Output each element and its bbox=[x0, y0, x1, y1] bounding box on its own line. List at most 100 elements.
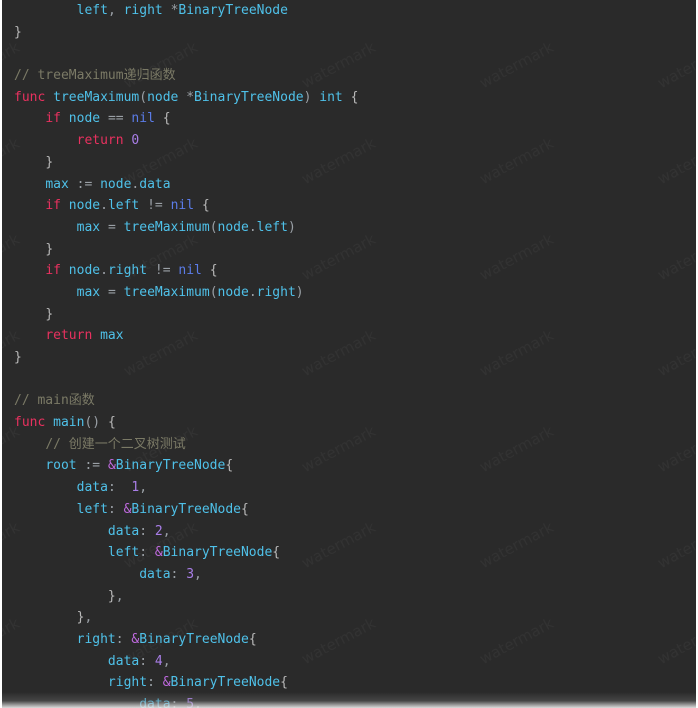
token-field: left bbox=[107, 198, 140, 214]
token-brace: } bbox=[45, 241, 54, 257]
token-punct: ) bbox=[287, 219, 296, 235]
token-punct: , bbox=[84, 610, 93, 626]
code-line[interactable]: data: 2, bbox=[2, 521, 696, 543]
token-punct: ) bbox=[295, 284, 304, 300]
token-nil: nil bbox=[170, 198, 195, 214]
code-line[interactable]: // 创建一个二叉树测试 bbox=[2, 434, 696, 456]
code-editor-surface[interactable]: watermarkwatermarkwatermarkwatermarkwate… bbox=[2, 0, 696, 708]
code-line[interactable] bbox=[2, 369, 696, 391]
token-brace: } bbox=[45, 154, 54, 170]
code-line[interactable]: func main() { bbox=[2, 412, 696, 434]
token-op: := bbox=[76, 176, 93, 192]
code-line[interactable]: } bbox=[2, 239, 696, 261]
code-line[interactable]: data: 1, bbox=[2, 477, 696, 499]
token-fn: treeMaximum bbox=[123, 219, 210, 235]
token-op: = bbox=[107, 284, 116, 300]
token-num: 0 bbox=[131, 133, 140, 149]
code-line[interactable]: left: &BinaryTreeNode{ bbox=[2, 499, 696, 521]
token-type: BinaryTreeNode bbox=[178, 3, 288, 18]
code-line[interactable]: return max bbox=[2, 325, 696, 347]
token-ident: node bbox=[217, 284, 249, 300]
code-line[interactable]: root := &BinaryTreeNode{ bbox=[2, 455, 696, 477]
token-punct: . bbox=[248, 219, 257, 235]
token-punct: , bbox=[194, 697, 202, 708]
code-line[interactable]: right: &BinaryTreeNode{ bbox=[2, 672, 696, 694]
code-line[interactable]: left, right *BinaryTreeNode bbox=[2, 0, 696, 22]
token-num: 4 bbox=[154, 653, 163, 669]
code-line[interactable]: max = treeMaximum(node.right) bbox=[2, 282, 696, 304]
code-line[interactable]: // treeMaximum递归函数 bbox=[2, 65, 696, 87]
code-line[interactable]: max := node.data bbox=[2, 174, 696, 196]
token-num: 5 bbox=[186, 697, 195, 708]
code-line[interactable]: if node == nil { bbox=[2, 108, 696, 130]
code-line[interactable]: left: &BinaryTreeNode{ bbox=[2, 542, 696, 564]
token-brace: { bbox=[225, 458, 234, 474]
token-brace: { bbox=[350, 89, 359, 105]
token-num: 3 bbox=[186, 566, 195, 582]
token-ident: max bbox=[45, 176, 69, 192]
code-line[interactable]: }, bbox=[2, 607, 696, 629]
token-field: right bbox=[107, 263, 148, 279]
code-line[interactable]: data: 3, bbox=[2, 564, 696, 586]
code-line[interactable]: // main函数 bbox=[2, 390, 696, 412]
token-ident: node bbox=[68, 263, 101, 279]
token-ident: root bbox=[45, 458, 77, 474]
token-brace: { bbox=[241, 501, 249, 517]
token-num: 2 bbox=[154, 523, 163, 539]
code-line[interactable]: } bbox=[2, 347, 696, 369]
token-type: BinaryTreeNode bbox=[131, 501, 241, 517]
token-brace: { bbox=[107, 415, 116, 431]
token-punct: . bbox=[100, 263, 108, 279]
token-type: BinaryTreeNode bbox=[139, 631, 249, 647]
code-line[interactable]: } bbox=[2, 304, 696, 326]
token-ident: node bbox=[68, 198, 101, 214]
code-line[interactable]: } bbox=[2, 152, 696, 174]
code-block[interactable]: left, right *BinaryTreeNode} // treeMaxi… bbox=[2, 0, 696, 708]
code-line[interactable]: right: &BinaryTreeNode{ bbox=[2, 629, 696, 651]
code-line[interactable]: max = treeMaximum(node.left) bbox=[2, 217, 696, 239]
code-line[interactable]: if node.right != nil { bbox=[2, 260, 696, 282]
token-amp: & bbox=[107, 458, 116, 474]
token-brace: { bbox=[201, 198, 210, 214]
token-amp: & bbox=[154, 545, 163, 561]
code-line[interactable]: func treeMaximum(node *BinaryTreeNode) i… bbox=[2, 87, 696, 109]
code-line[interactable]: data: 4, bbox=[2, 651, 696, 673]
token-nil: nil bbox=[178, 263, 202, 279]
code-line[interactable]: }, bbox=[2, 586, 696, 608]
token-field: right bbox=[76, 631, 116, 647]
token-brace: { bbox=[209, 263, 218, 279]
code-line[interactable]: data: 5, bbox=[2, 694, 696, 708]
token-punct: , bbox=[162, 523, 171, 539]
token-field: data bbox=[107, 523, 140, 539]
code-line[interactable]: if node.left != nil { bbox=[2, 195, 696, 217]
token-kw: if bbox=[45, 263, 61, 279]
token-brace: } bbox=[14, 350, 22, 365]
code-line[interactable]: return 0 bbox=[2, 130, 696, 152]
token-punct: . bbox=[100, 198, 108, 214]
token-brace: { bbox=[162, 111, 171, 127]
code-line[interactable]: } bbox=[2, 22, 696, 44]
code-line[interactable] bbox=[2, 43, 696, 65]
